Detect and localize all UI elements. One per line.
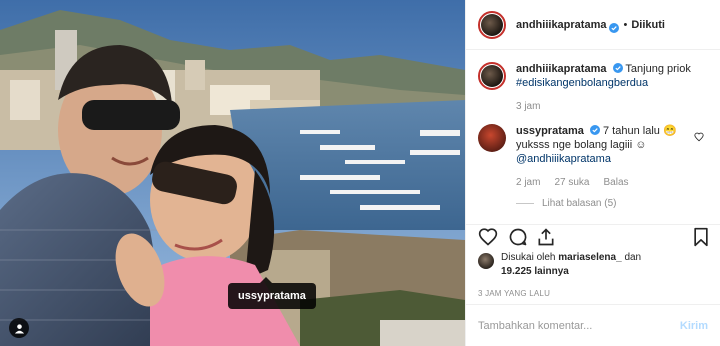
comment-meta: 2 jam 27 suka Balas bbox=[516, 176, 686, 190]
caption-meta: 3 jam bbox=[516, 100, 691, 114]
verified-badge-icon bbox=[589, 125, 600, 135]
view-replies[interactable]: Lihat balasan (5) bbox=[516, 198, 708, 209]
comment-heart-icon[interactable] bbox=[694, 129, 704, 147]
comment-text-1: 7 tahun lalu bbox=[603, 125, 660, 137]
bookmark-icon[interactable] bbox=[692, 227, 710, 252]
likes-suffix[interactable]: lainnya bbox=[534, 266, 568, 277]
comment-age: 2 jam bbox=[516, 177, 541, 188]
caption: andhiiikapratama Tanjung priok #edisikan… bbox=[478, 62, 708, 114]
likes-count[interactable]: 19.225 bbox=[501, 266, 532, 277]
comment-input[interactable] bbox=[478, 319, 680, 332]
follow-status-button[interactable]: Diikuti bbox=[631, 19, 665, 31]
likes-text: Disukai oleh mariaselena_ dan 19.225 lai… bbox=[501, 251, 641, 279]
heart-icon[interactable] bbox=[478, 227, 498, 252]
instagram-post: ussypratama andhiiikapratama • Diikuti a… bbox=[0, 0, 720, 346]
caption-body: andhiiikapratama Tanjung priok #edisikan… bbox=[516, 62, 691, 114]
author-username[interactable]: andhiiikapratama bbox=[516, 19, 606, 31]
comment-body: ussypratama 7 tahun lalu 😁 yuksss nge bo… bbox=[516, 124, 686, 190]
comment-mention[interactable]: @andhiiikapratama bbox=[516, 152, 686, 166]
photo-user-tag[interactable]: ussypratama bbox=[228, 277, 316, 309]
likes-summary: Disukai oleh mariaselena_ dan 19.225 lai… bbox=[478, 251, 641, 279]
commenter-avatar[interactable] bbox=[478, 124, 506, 152]
post-side-panel: andhiiikapratama • Diikuti andhiiikaprat… bbox=[465, 0, 720, 346]
liker-username[interactable]: mariaselena_ bbox=[558, 252, 621, 263]
post-timestamp[interactable]: 3 JAM YANG LALU bbox=[478, 289, 550, 298]
caption-text: Tanjung priok bbox=[625, 63, 691, 75]
post-comment-button[interactable]: Kirim bbox=[680, 320, 708, 332]
caption-age: 3 jam bbox=[516, 101, 541, 112]
likes-conj: dan bbox=[624, 252, 642, 263]
likes-prefix: Disukai oleh bbox=[501, 252, 556, 263]
smile-emoji-icon: ☺ bbox=[635, 139, 647, 151]
comment-item: ussypratama 7 tahun lalu 😁 yuksss nge bo… bbox=[478, 124, 708, 190]
verified-badge-icon bbox=[609, 20, 620, 33]
separator-dot: • bbox=[623, 18, 628, 31]
comments-list: andhiiikapratama Tanjung priok #edisikan… bbox=[478, 62, 708, 209]
reply-button[interactable]: Balas bbox=[603, 176, 628, 190]
commenter-username[interactable]: ussypratama bbox=[516, 125, 584, 137]
post-header: andhiiikapratama • Diikuti bbox=[466, 0, 720, 50]
replies-line bbox=[516, 203, 534, 204]
caption-username[interactable]: andhiiikapratama bbox=[516, 63, 606, 75]
share-icon[interactable] bbox=[536, 227, 556, 252]
caption-avatar[interactable] bbox=[478, 62, 506, 90]
view-replies-label: Lihat balasan (5) bbox=[542, 198, 617, 209]
liker-avatar[interactable] bbox=[478, 253, 494, 269]
add-comment-bar: Kirim bbox=[466, 304, 720, 346]
verified-badge-icon bbox=[612, 63, 623, 73]
comment-like-count[interactable]: 27 suka bbox=[554, 176, 589, 190]
grin-emoji-icon: 😁 bbox=[662, 125, 677, 137]
author-avatar[interactable] bbox=[478, 10, 506, 39]
caption-hashtag[interactable]: #edisikangenbolangberdua bbox=[516, 76, 691, 90]
post-photo[interactable]: ussypratama bbox=[0, 0, 465, 346]
comment-icon[interactable] bbox=[508, 227, 528, 252]
comment-text-2: yuksss nge bolang lagiii bbox=[516, 139, 633, 151]
user-tag-button[interactable] bbox=[9, 318, 29, 338]
user-tag-icon bbox=[14, 323, 25, 334]
